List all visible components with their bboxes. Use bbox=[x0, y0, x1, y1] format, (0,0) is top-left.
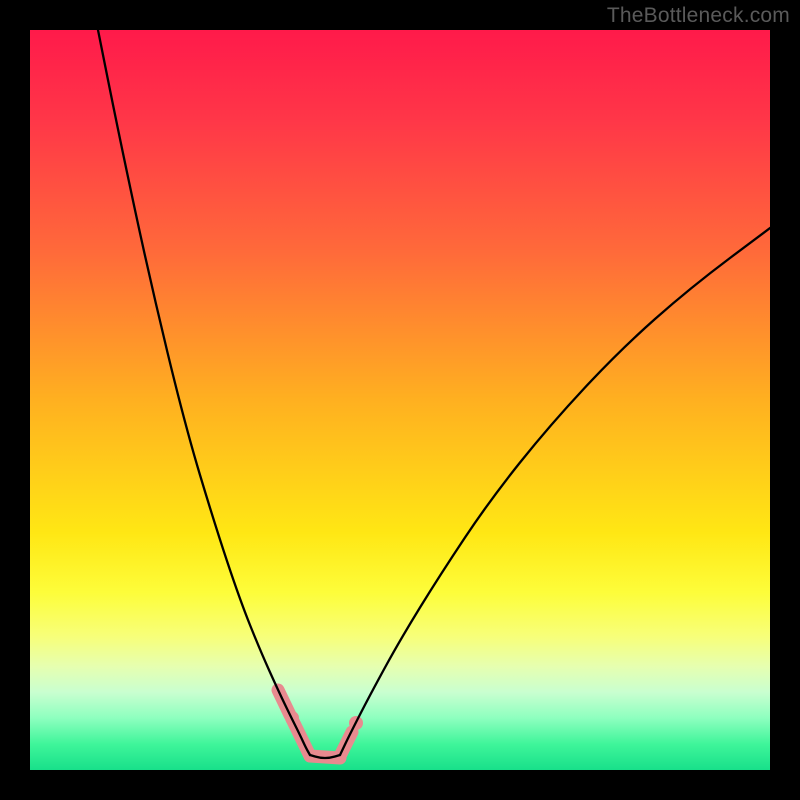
plot-curves bbox=[30, 30, 770, 770]
curve-right-curve bbox=[340, 228, 770, 755]
curve-layer bbox=[96, 30, 770, 758]
chart-frame: TheBottleneck.com bbox=[0, 0, 800, 800]
curve-left-curve bbox=[96, 30, 310, 755]
watermark-text: TheBottleneck.com bbox=[607, 4, 790, 28]
marker-layer bbox=[278, 690, 363, 758]
plot-area bbox=[30, 30, 770, 770]
